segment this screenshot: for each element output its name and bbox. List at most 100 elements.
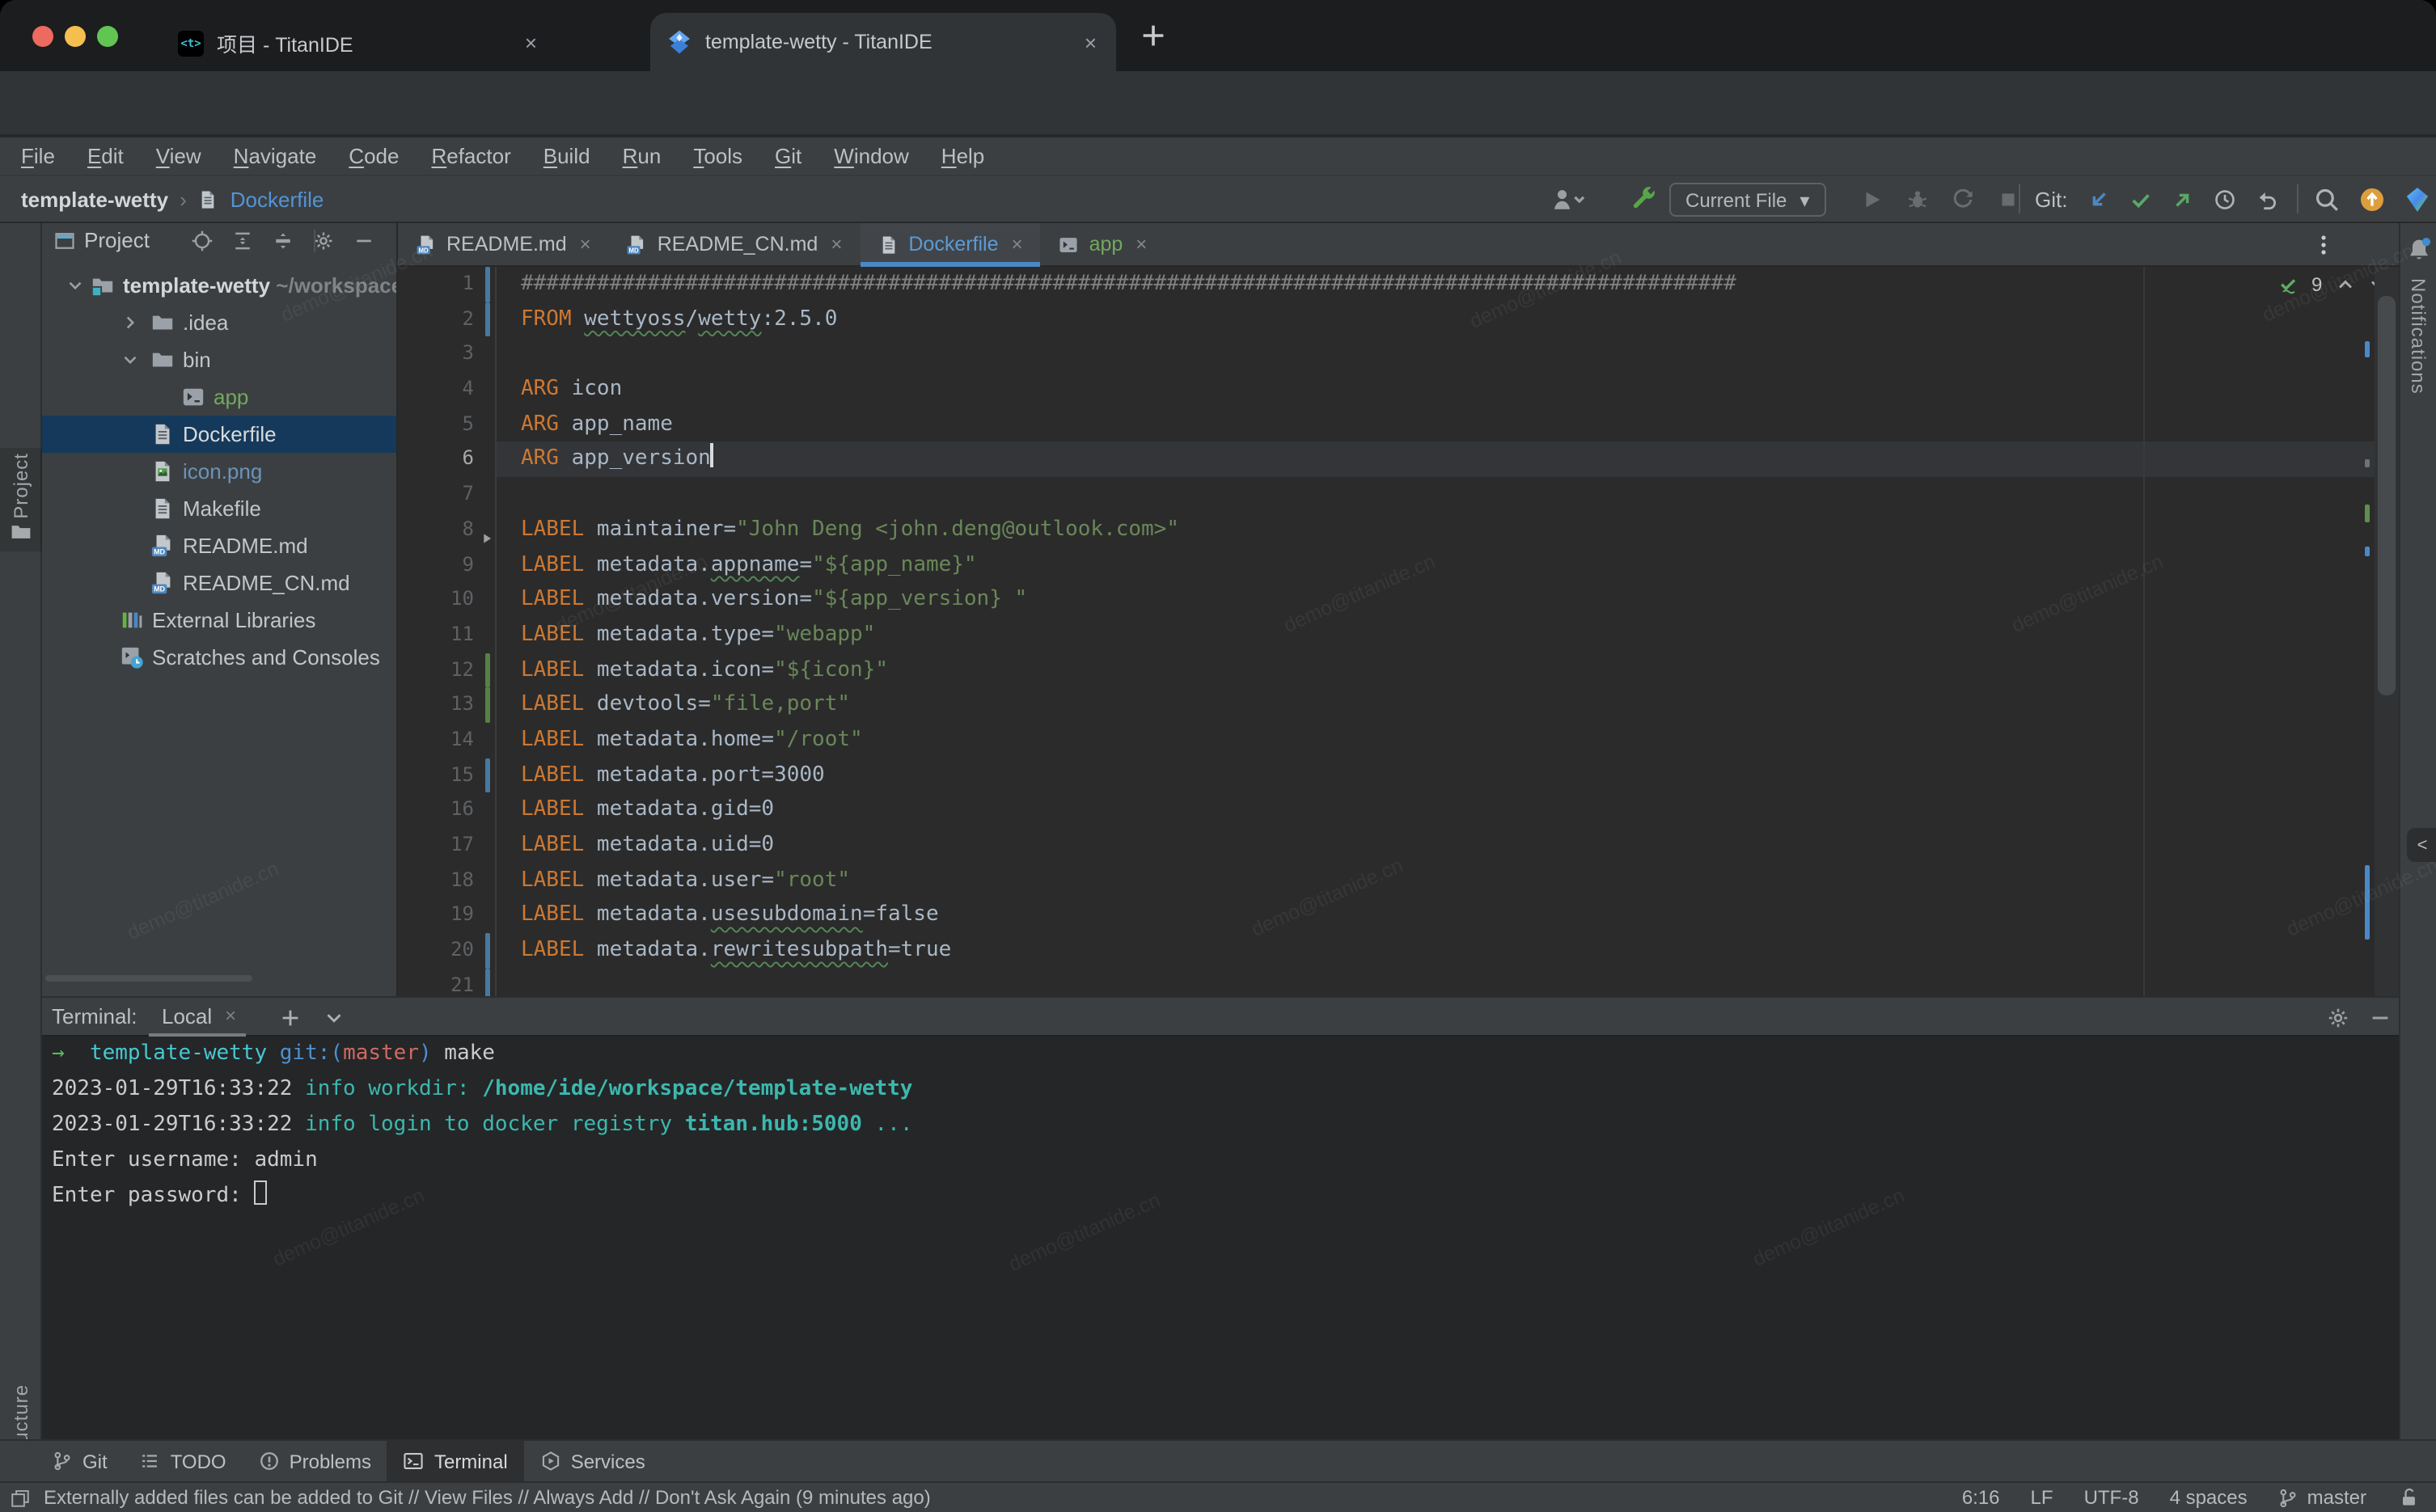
breadcrumb-project[interactable]: template-wetty [21,188,168,212]
collapse-right-button[interactable]: < [2407,828,2436,862]
code-area[interactable]: ########################################… [497,267,2375,996]
tree-item-app[interactable]: app [42,378,398,415]
stripe-mark[interactable] [2365,341,2370,357]
terminal-output[interactable]: → template-wetty git:(master) make2023-0… [52,1037,2392,1214]
close-window-button[interactable] [32,26,53,47]
locate-icon[interactable] [191,230,214,252]
status-message[interactable]: Externally added files can be added to G… [44,1486,931,1509]
stripe-mark[interactable] [2365,865,2370,940]
tree-item-makefile[interactable]: Makefile [42,489,398,526]
stripe-mark[interactable] [2365,547,2370,556]
expand-all-icon[interactable] [231,230,254,252]
menu-git[interactable]: Git [775,144,801,168]
close-tab-icon[interactable]: × [522,31,540,55]
settings-gear-icon[interactable] [312,230,335,252]
browser-tab[interactable]: <t>项目 - TitanIDE× [162,15,556,71]
tool-button-project[interactable]: Project [0,453,40,519]
close-tab-icon[interactable]: × [1136,233,1147,256]
editor-tab-options-button[interactable] [2311,233,2336,257]
close-tab-icon[interactable]: × [1081,30,1100,54]
git-update-icon[interactable] [2087,188,2111,212]
project-panel-title[interactable]: Project [84,228,150,252]
zoom-window-button[interactable] [97,26,118,47]
menu-window[interactable]: Window [834,144,909,168]
minimize-window-button[interactable] [65,26,86,47]
git-commit-icon[interactable] [2129,188,2153,212]
coverage-icon[interactable] [1951,188,1975,212]
tree-item-bin[interactable]: bin [42,340,398,378]
tool-folder-icon[interactable] [10,521,32,543]
tool-button-terminal[interactable]: Terminal [387,1441,524,1481]
run-config-select[interactable]: Current File ▾ [1669,183,1825,217]
tree-item-dockerfile[interactable]: Dockerfile [42,415,398,452]
menu-code[interactable]: Code [349,144,399,168]
chevron-right-icon[interactable] [120,311,141,332]
editor-tab-readme-md[interactable]: MDREADME.md× [398,223,609,265]
menu-refactor[interactable]: Refactor [431,144,510,168]
tree-item--idea[interactable]: .idea [42,303,398,340]
menu-run[interactable]: Run [623,144,662,168]
build-button[interactable] [1630,186,1658,213]
tree-item-readme-cn-md[interactable]: MDREADME_CN.md [42,564,398,601]
updates-icon[interactable] [2358,186,2386,213]
tool-window-switcher[interactable] [10,1488,31,1509]
terminal-dropdown-button[interactable] [322,1006,346,1030]
stop-icon[interactable] [1996,188,2020,212]
editor-tab-readme-cn-md[interactable]: MDREADME_CN.md× [609,223,861,265]
file-encoding[interactable]: UTF-8 [2084,1486,2139,1509]
horizontal-scrollbar[interactable] [45,975,252,982]
collapse-all-icon[interactable] [272,230,294,252]
history-icon[interactable] [2213,188,2237,212]
new-terminal-button[interactable] [278,1006,302,1030]
tree-item-template-wetty[interactable]: template-wetty ~/workspace [42,266,398,303]
fold-arrow-icon[interactable] [479,530,495,547]
terminal-tab-local[interactable]: Local × [142,998,252,1037]
notifications-bell[interactable] [2405,236,2433,264]
tool-button-problems[interactable]: Problems [243,1441,387,1481]
tool-button-services[interactable]: Services [524,1441,662,1481]
tool-button-notifications[interactable]: Notifications [2400,278,2436,395]
menu-build[interactable]: Build [543,144,590,168]
close-tab-icon[interactable]: × [1012,233,1023,256]
menu-help[interactable]: Help [941,144,985,168]
unlock-icon[interactable] [2397,1486,2420,1509]
tree-item-scratches-and-consoles[interactable]: Scratches and Consoles [42,638,398,675]
debug-bug-icon[interactable] [1905,188,1930,212]
editor-tab-dockerfile[interactable]: Dockerfile× [860,223,1040,265]
tool-button-git[interactable]: Git [36,1441,124,1481]
menu-navigate[interactable]: Navigate [234,144,317,168]
scrollbar-thumb[interactable] [2378,296,2396,695]
browser-tab[interactable]: template-wetty - TitanIDE× [650,13,1116,71]
menu-file[interactable]: File [21,144,55,168]
menu-view[interactable]: View [156,144,201,168]
tree-item-icon-png[interactable]: icon.png [42,452,398,489]
chevron-down-icon[interactable] [65,274,86,295]
run-play-icon[interactable] [1860,188,1884,212]
tree-item-readme-md[interactable]: MDREADME.md [42,526,398,564]
git-push-icon[interactable] [2171,188,2195,212]
editor-tab-app[interactable]: app× [1041,223,1165,265]
search-icon[interactable] [2313,186,2341,213]
close-tab-icon[interactable]: × [580,233,591,256]
line-ending[interactable]: LF [2031,1486,2053,1509]
menu-tools[interactable]: Tools [693,144,742,168]
stripe-mark[interactable] [2365,505,2370,522]
caret-position[interactable]: 6:16 [1962,1486,2000,1509]
user-menu-button[interactable] [1550,186,1588,213]
terminal-minimize-button[interactable] [2368,1006,2392,1030]
close-terminal-tab-icon[interactable]: × [225,1004,236,1037]
menu-edit[interactable]: Edit [87,144,124,168]
git-branch-widget[interactable]: master [2278,1486,2366,1509]
tree-item-external-libraries[interactable]: External Libraries [42,601,398,638]
indent-size[interactable]: 4 spaces [2170,1486,2248,1509]
tool-button-todo[interactable]: TODO [124,1441,243,1481]
new-tab-button[interactable] [1139,21,1168,50]
terminal-settings-button[interactable] [2326,1006,2350,1030]
rollback-icon[interactable] [2255,188,2279,212]
close-tab-icon[interactable]: × [831,233,842,256]
hide-minimize-icon[interactable] [353,230,375,252]
ide-gem-icon[interactable] [2404,186,2431,213]
stripe-mark[interactable] [2365,459,2370,467]
breadcrumb-file[interactable]: Dockerfile [230,188,324,212]
chevron-down-icon[interactable] [120,348,141,370]
